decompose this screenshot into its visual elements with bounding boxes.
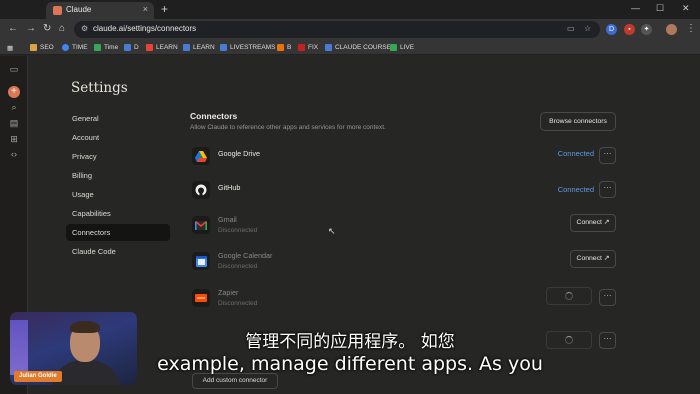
settings-nav-general[interactable]: General	[66, 110, 170, 127]
youtube-icon	[146, 44, 153, 51]
browse-connectors-button[interactable]: Browse connectors	[540, 112, 616, 131]
bookmark-item[interactable]: LEARN	[146, 42, 178, 53]
home-icon[interactable]: ⌂	[59, 23, 65, 34]
settings-nav-account[interactable]: Account	[66, 129, 170, 146]
docs-icon	[325, 44, 332, 51]
more-options-button[interactable]: ···	[599, 181, 616, 198]
more-options-button[interactable]: ···	[599, 147, 616, 164]
mouse-cursor-icon: ↖	[328, 226, 336, 236]
bookmark-item[interactable]: B	[277, 42, 291, 53]
more-options-button[interactable]: ···	[599, 289, 616, 306]
connector-status: Disconnected	[218, 300, 258, 307]
search-icon[interactable]: ⌕	[8, 102, 20, 113]
screen: Claude × + — ☐ ✕ ← → ↻ ⌂ ⚙ claude.ai/set…	[0, 0, 700, 394]
browser-toolbar: ← → ↻ ⌂ ⚙ claude.ai/settings/connectors …	[0, 19, 700, 40]
reload-icon[interactable]: ↻	[43, 23, 51, 34]
forward-icon[interactable]: →	[26, 23, 36, 34]
sidebar-toggle-icon[interactable]: ▭	[8, 64, 20, 75]
new-chat-button[interactable]: +	[8, 86, 20, 98]
connected-status[interactable]: Connected	[558, 185, 594, 194]
gmail-icon	[298, 44, 305, 51]
new-tab-button[interactable]: +	[161, 2, 168, 16]
loading-connect-button[interactable]	[546, 287, 592, 305]
cast-icon[interactable]: ▭	[567, 24, 575, 33]
bookmark-item[interactable]: CLAUDE COURSE	[325, 42, 391, 53]
bookmark-item[interactable]: LEARN	[183, 42, 215, 53]
github-icon	[192, 181, 210, 199]
connector-row-google-drive: Google Drive Connected ···	[190, 143, 616, 169]
bookmark-item[interactable]: FIX	[298, 42, 318, 53]
connector-row-gmail: Gmail Disconnected Connect ↗	[190, 212, 616, 238]
sheets-icon	[94, 44, 101, 51]
docs-icon	[220, 44, 227, 51]
docs-icon	[183, 44, 190, 51]
close-window-icon[interactable]: ✕	[682, 3, 690, 14]
bookmark-item[interactable]: LIVESTREAMS	[220, 42, 276, 53]
zapier-icon	[192, 289, 210, 307]
page-title: Settings	[71, 80, 128, 96]
connector-name: Zapier	[218, 288, 239, 297]
connectors-heading: Connectors	[190, 111, 238, 121]
connector-status: Disconnected	[218, 227, 258, 234]
connect-button[interactable]: Connect ↗	[570, 250, 616, 268]
settings-nav-privacy[interactable]: Privacy	[66, 148, 170, 165]
connector-name: Google Calendar	[218, 251, 273, 260]
tab-title: Claude	[66, 5, 92, 14]
browser-tab[interactable]: Claude ×	[46, 2, 154, 19]
settings-nav-connectors[interactable]: Connectors	[66, 224, 170, 241]
extension-red-icon[interactable]: ▪	[624, 24, 635, 35]
settings-nav-usage[interactable]: Usage	[66, 186, 170, 203]
docs-icon	[124, 44, 131, 51]
gmail-icon	[192, 216, 210, 234]
projects-icon[interactable]: ⊞	[8, 134, 20, 145]
claude-favicon-icon	[53, 6, 62, 15]
bookmark-star-icon[interactable]: ☆	[584, 24, 591, 33]
google-icon	[62, 44, 69, 51]
google-drive-icon	[192, 147, 210, 165]
connected-status[interactable]: Connected	[558, 149, 594, 158]
close-tab-icon[interactable]: ×	[143, 4, 148, 14]
connectors-description: Allow Claude to reference other apps and…	[190, 124, 386, 131]
bookmark-item[interactable]: D	[124, 42, 139, 53]
connector-name: Google Drive	[218, 149, 260, 158]
back-icon[interactable]: ←	[8, 23, 18, 34]
live-icon	[390, 44, 397, 51]
url-text: claude.ai/settings/connectors	[93, 24, 197, 33]
chats-icon[interactable]: ▤	[8, 118, 20, 129]
settings-nav-billing[interactable]: Billing	[66, 167, 170, 184]
connector-row-github: GitHub Connected ···	[190, 177, 616, 203]
connector-name: GitHub	[218, 183, 241, 192]
minimize-icon[interactable]: —	[631, 3, 640, 13]
extension-d-icon[interactable]: D	[606, 24, 617, 35]
bookmarks-bar: ▦ SEO TIME Time D LEARN LEARN LIVESTREAM…	[0, 40, 700, 55]
connector-row-zapier: Zapier Disconnected ···	[190, 285, 616, 311]
bookmark-b-icon	[277, 44, 284, 51]
maximize-icon[interactable]: ☐	[656, 3, 664, 14]
extensions-puzzle-icon[interactable]: ✦	[641, 24, 652, 35]
settings-nav-claude-code[interactable]: Claude Code	[66, 243, 170, 260]
connector-status: Disconnected	[218, 263, 258, 270]
connector-name: Gmail	[218, 215, 237, 224]
bookmark-item[interactable]: TIME	[62, 42, 88, 53]
connect-button[interactable]: Connect ↗	[570, 214, 616, 232]
subtitle-english: example, manage different apps. As you	[157, 353, 543, 375]
browser-tab-strip: Claude × + — ☐ ✕	[0, 0, 700, 19]
site-info-icon[interactable]: ⚙	[81, 24, 88, 33]
browser-menu-icon[interactable]: ⋮	[686, 23, 696, 34]
subtitle-chinese: 管理不同的应用程序。 如您	[245, 332, 455, 352]
address-bar[interactable]: ⚙ claude.ai/settings/connectors ▭ ☆	[74, 21, 600, 38]
apps-grid-icon[interactable]: ▦	[7, 42, 13, 53]
bookmark-item[interactable]: LIVE	[390, 42, 414, 53]
google-calendar-icon	[192, 252, 210, 270]
folder-icon	[30, 44, 37, 51]
bookmark-item[interactable]: Time	[94, 42, 118, 53]
bookmark-item[interactable]: SEO	[30, 42, 54, 53]
profile-avatar[interactable]	[666, 24, 677, 35]
add-custom-connector-button[interactable]: Add custom connector	[192, 373, 278, 389]
loading-spinner-icon	[565, 292, 573, 300]
code-icon[interactable]: ‹›	[8, 149, 20, 159]
settings-nav-capabilities[interactable]: Capabilities	[66, 205, 170, 222]
connector-row-google-calendar: Google Calendar Disconnected Connect ↗	[190, 248, 616, 274]
